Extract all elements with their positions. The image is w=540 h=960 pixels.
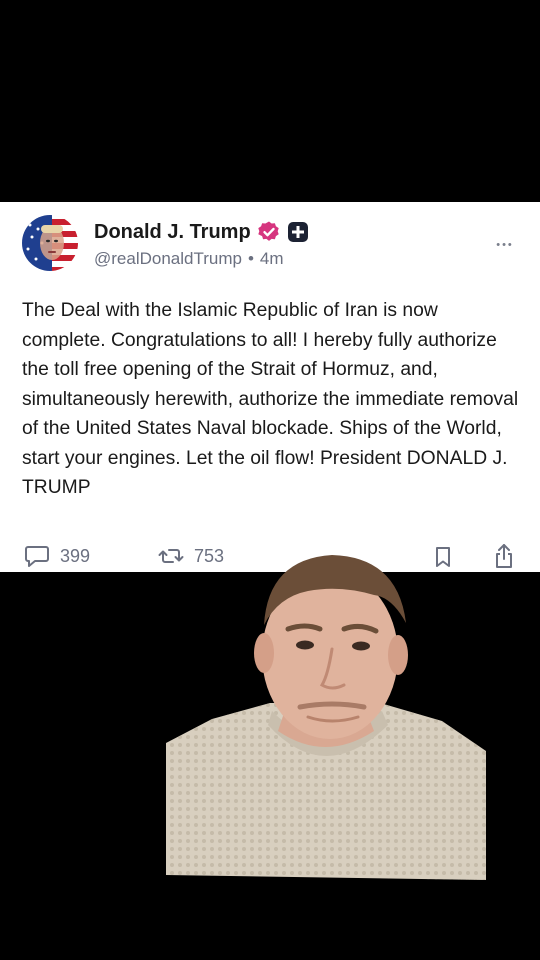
handle-line: @realDonaldTrump • 4m [94,249,284,269]
comment-icon [24,544,50,568]
share-icon [492,544,516,574]
plus-badge-icon [287,221,309,243]
verified-badge-icon [257,220,281,244]
post-timestamp[interactable]: 4m [260,249,284,268]
author-name[interactable]: Donald J. Trump [94,221,251,244]
reply-button[interactable]: 399 [24,544,90,568]
reply-count: 399 [60,545,91,566]
more-icon: ••• [496,239,514,251]
post-text: The Deal with the Islamic Republic of Ir… [22,300,519,498]
post-card: Donald J. Trump @realDonaldTrump • 4m ••• … [0,202,540,572]
more-options-button[interactable]: ••• [490,230,520,252]
separator-dot: • [247,249,254,268]
share-button[interactable] [492,542,516,575]
author-avatar[interactable] [22,215,78,271]
author-handle[interactable]: @realDonaldTrump [94,249,242,268]
presenter-video-overlay [160,525,490,890]
author-name-row[interactable]: Donald J. Trump [94,220,309,244]
